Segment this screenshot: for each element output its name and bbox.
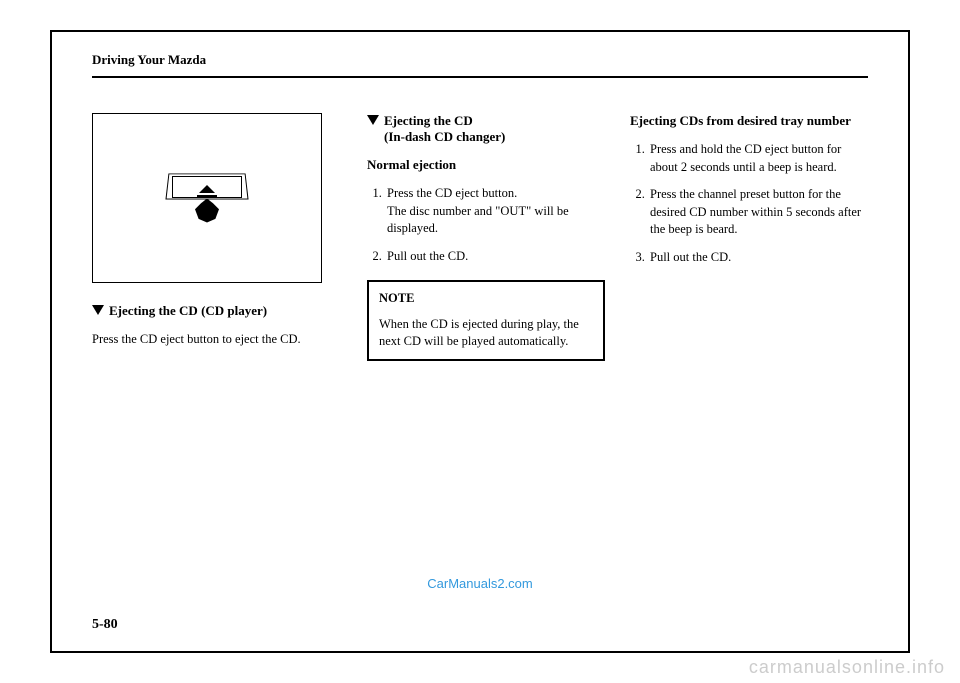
col2-heading-line1: Ejecting the CD	[384, 113, 473, 128]
figure-eject-cd	[92, 113, 322, 283]
col2-steps: Press the CD eject button. The disc numb…	[367, 185, 605, 265]
note-text: When the CD is ejected during play, the …	[379, 316, 593, 351]
header-title: Driving Your Mazda	[92, 52, 868, 68]
page-frame: Driving Your Mazda Ejecting the CD (CD p…	[50, 30, 910, 653]
column-right: Ejecting CDs from desired tray number Pr…	[630, 113, 868, 361]
col2-sub-heading: Normal ejection	[367, 157, 605, 173]
watermark-site-bottom: carmanualsonline.info	[749, 657, 945, 678]
col2-heading: Ejecting the CD (In-dash CD changer)	[367, 113, 605, 145]
cd-eject-icon	[162, 171, 252, 226]
col3-step2: Press the channel preset button for the …	[648, 186, 868, 239]
col2-step1: Press the CD eject button. The disc numb…	[385, 185, 605, 238]
col3-steps: Press and hold the CD eject button for a…	[630, 141, 868, 266]
note-title: NOTE	[379, 290, 593, 308]
col2-step1-line1: Press the CD eject button.	[387, 186, 517, 200]
triangle-marker-icon	[367, 115, 379, 125]
col2-step1-line2: The disc number and "OUT" will be displa…	[387, 204, 569, 236]
col2-step2: Pull out the CD.	[385, 248, 605, 266]
triangle-marker-icon	[92, 305, 104, 315]
watermark-site-blue: CarManuals2.com	[427, 576, 533, 591]
note-box: NOTE When the CD is ejected during play,…	[367, 280, 605, 361]
col3-heading: Ejecting CDs from desired tray number	[630, 113, 868, 129]
col2-heading-text: Ejecting the CD (In-dash CD changer)	[384, 113, 505, 145]
col1-body: Press the CD eject button to eject the C…	[92, 331, 342, 349]
page-header: Driving Your Mazda	[92, 52, 868, 78]
content-area: Ejecting the CD (CD player) Press the CD…	[92, 113, 868, 361]
column-middle: Ejecting the CD (In-dash CD changer) Nor…	[367, 113, 605, 361]
column-left: Ejecting the CD (CD player) Press the CD…	[92, 113, 342, 361]
page-number: 5-80	[92, 617, 118, 633]
col3-step3: Pull out the CD.	[648, 249, 868, 267]
col2-heading-line2: (In-dash CD changer)	[384, 129, 505, 144]
col3-step1: Press and hold the CD eject button for a…	[648, 141, 868, 176]
col1-heading-text: Ejecting the CD (CD player)	[109, 303, 267, 319]
col1-heading: Ejecting the CD (CD player)	[92, 303, 342, 319]
